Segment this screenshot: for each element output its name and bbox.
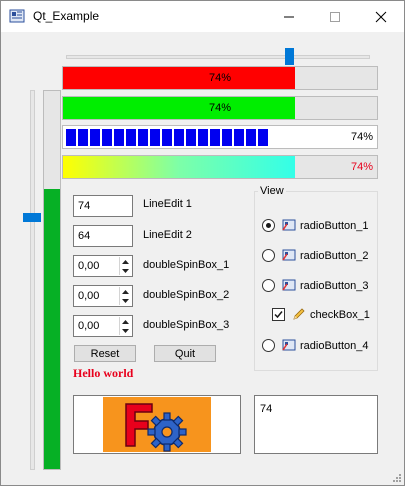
hello-label: Hello world [73,366,134,380]
progress-fill-gradient [63,156,296,178]
window-icon [282,278,296,292]
spin-down-button[interactable] [120,266,131,275]
progress-bar-blocks: 74% [62,125,378,149]
progress-chunk [186,129,196,146]
spin-box-3-label: doubleSpinBox_3 [143,319,230,331]
spin-up-button[interactable] [120,317,131,326]
check-box-1[interactable] [272,308,285,321]
spin-up-button[interactable] [120,287,131,296]
progress-chunk [126,129,136,146]
minimize-icon [284,16,294,17]
window-title: Qt_Example [33,9,100,23]
radio-button-3[interactable] [262,279,275,292]
progress-chunk [114,129,124,146]
progress-chunk [78,129,88,146]
radio-button-1-label: radioButton_1 [300,220,369,232]
radio-button-2[interactable] [262,249,275,262]
double-spin-box-2[interactable]: 0,00 [73,285,133,307]
arrow-down-icon [122,298,129,303]
radio-button-1[interactable] [262,219,275,232]
vertical-progress-fill [44,189,60,469]
radio-button-4-label: radioButton_4 [300,340,369,352]
window-icon [282,248,296,262]
quit-button[interactable]: Quit [154,345,216,362]
progress-bar-red: 74% [62,66,378,90]
minimize-button[interactable] [266,1,312,32]
horizontal-slider-handle[interactable] [285,48,294,65]
radio-button-4[interactable] [262,339,275,352]
radio-button-3-label: radioButton_3 [300,280,369,292]
progress-text-gradient: 74% [350,161,373,173]
maximize-icon [330,11,340,22]
line-edit-2[interactable]: 64 [73,225,133,247]
spin-box-1-value: 0,00 [78,260,100,272]
spin-box-3-buttons [119,317,131,335]
freecad-logo-icon [103,397,211,452]
radio-checked-dot [266,223,271,228]
spin-box-1-label: doubleSpinBox_1 [143,259,230,271]
line-edit-1-label: LineEdit 1 [143,198,192,210]
progress-chunk [234,129,244,146]
spin-down-button[interactable] [120,326,131,335]
window-icon [282,338,296,352]
vertical-progress-bar [43,90,61,470]
spin-box-3-value: 0,00 [78,320,100,332]
resize-grip-icon[interactable] [391,472,402,483]
progress-chunk [246,129,256,146]
arrow-down-icon [122,268,129,273]
vertical-slider-groove[interactable] [30,90,35,470]
close-button[interactable] [358,1,404,32]
progress-chunk [258,129,268,146]
spin-up-button[interactable] [120,257,131,266]
view-group-title: View [258,185,286,198]
progress-chunk [138,129,148,146]
progress-bar-green: 74% [62,96,378,120]
progress-text-green: 74% [208,102,232,114]
progress-chunk [162,129,172,146]
text-display-panel[interactable]: 74 [254,395,378,454]
reset-button[interactable]: Reset [74,345,136,362]
double-spin-box-3[interactable]: 0,00 [73,315,133,337]
progress-text-red: 74% [208,72,232,84]
progress-chunk [222,129,232,146]
app-icon [9,9,25,23]
arrow-up-icon [122,289,129,294]
spin-down-button[interactable] [120,296,131,305]
spin-box-2-buttons [119,287,131,305]
progress-text-blocks: 74% [350,131,373,143]
check-box-1-label: checkBox_1 [310,309,370,321]
progress-chunk [90,129,100,146]
progress-chunk [66,129,76,146]
progress-chunk [150,129,160,146]
arrow-down-icon [122,328,129,333]
progress-chunk [210,129,220,146]
arrow-up-icon [122,319,129,324]
text-display-value: 74 [260,403,273,415]
spin-box-2-value: 0,00 [78,290,100,302]
progress-chunk [174,129,184,146]
spin-box-2-label: doubleSpinBox_2 [143,289,230,301]
line-edit-1[interactable]: 74 [73,195,133,217]
spin-box-1-buttons [119,257,131,275]
window-icon [282,218,296,232]
horizontal-slider-groove[interactable] [66,55,370,59]
image-panel [73,395,241,454]
progress-chunk [102,129,112,146]
progress-bar-gradient: 74% [62,155,378,179]
line-edit-2-label: LineEdit 2 [143,229,192,241]
vertical-slider-handle[interactable] [23,213,41,222]
progress-chunk [198,129,208,146]
checkmark-icon [274,311,283,319]
pencil-icon [292,307,306,321]
radio-button-2-label: radioButton_2 [300,250,369,262]
maximize-button[interactable] [312,1,358,32]
double-spin-box-1[interactable]: 0,00 [73,255,133,277]
arrow-up-icon [122,259,129,264]
close-icon [375,11,387,22]
